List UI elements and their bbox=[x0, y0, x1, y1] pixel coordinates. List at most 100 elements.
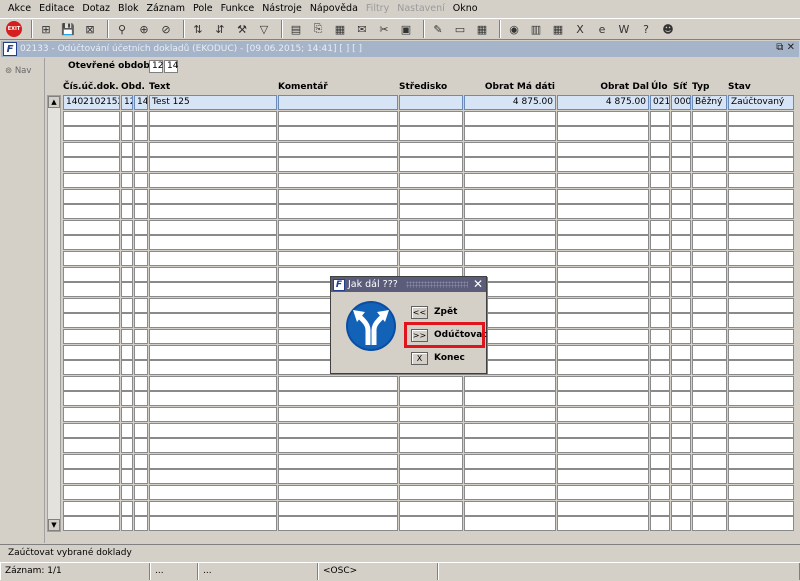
query-icon[interactable]: ⚲ bbox=[113, 20, 131, 38]
grid-cell[interactable] bbox=[557, 453, 649, 469]
grid-cell[interactable] bbox=[671, 266, 691, 282]
grid-cell[interactable]: Test 125 bbox=[149, 95, 277, 110]
grid-cell[interactable] bbox=[278, 235, 398, 251]
grid-cell[interactable] bbox=[399, 500, 463, 516]
grid-cell[interactable] bbox=[671, 422, 691, 438]
calc-icon[interactable]: ▦ bbox=[473, 20, 491, 38]
grid-cell[interactable] bbox=[692, 235, 727, 251]
grid-cell[interactable] bbox=[149, 157, 277, 173]
grid-cell[interactable] bbox=[149, 500, 277, 516]
grid-cell[interactable] bbox=[149, 391, 277, 407]
grid-cell[interactable] bbox=[728, 204, 794, 220]
notes-icon[interactable]: ▤ bbox=[287, 20, 305, 38]
grid-cell[interactable] bbox=[557, 422, 649, 438]
grid-cell[interactable] bbox=[728, 313, 794, 329]
grid-cell[interactable] bbox=[650, 204, 670, 220]
grid-cell[interactable] bbox=[671, 188, 691, 204]
grid-cell[interactable] bbox=[399, 110, 463, 126]
table-row[interactable] bbox=[63, 375, 794, 391]
grid-cell[interactable] bbox=[121, 204, 133, 220]
grid-cell[interactable] bbox=[399, 407, 463, 422]
grid-cell[interactable] bbox=[63, 126, 120, 142]
record-nav-icon[interactable]: ◉ bbox=[505, 20, 523, 38]
grid-cell[interactable] bbox=[464, 422, 556, 438]
window-controls[interactable]: ⧉ ✕ bbox=[776, 42, 795, 53]
grid-cell[interactable] bbox=[464, 157, 556, 173]
exit-button[interactable]: X bbox=[411, 352, 428, 365]
grid-cell[interactable] bbox=[728, 469, 794, 485]
grid-cell[interactable] bbox=[728, 219, 794, 235]
grid-cell[interactable] bbox=[63, 188, 120, 204]
grid-cell[interactable] bbox=[650, 500, 670, 516]
grid-cell[interactable] bbox=[557, 375, 649, 391]
grid-cell[interactable] bbox=[650, 251, 670, 266]
grid-cell[interactable] bbox=[671, 219, 691, 235]
grid-cell[interactable] bbox=[63, 157, 120, 173]
grid-cell[interactable] bbox=[557, 313, 649, 329]
grid-cell[interactable] bbox=[278, 438, 398, 454]
grid-cell[interactable] bbox=[671, 391, 691, 407]
grid-cell[interactable] bbox=[650, 391, 670, 407]
grid-cell[interactable] bbox=[464, 407, 556, 422]
grid-cell[interactable] bbox=[134, 110, 148, 126]
grid-cell[interactable] bbox=[149, 313, 277, 329]
table-row[interactable] bbox=[63, 485, 794, 500]
grid-cell[interactable] bbox=[464, 173, 556, 188]
grid-cell[interactable] bbox=[278, 204, 398, 220]
grid-cell[interactable] bbox=[121, 157, 133, 173]
menu-item[interactable]: Blok bbox=[114, 0, 142, 18]
grid-cell[interactable]: Běžný bbox=[692, 95, 727, 110]
grid-cell[interactable] bbox=[149, 485, 277, 500]
grid-cell[interactable] bbox=[399, 469, 463, 485]
grid-cell[interactable] bbox=[650, 438, 670, 454]
back-button[interactable]: << bbox=[411, 306, 428, 319]
grid-cell[interactable] bbox=[121, 235, 133, 251]
grid-cell[interactable] bbox=[121, 297, 133, 313]
column-header[interactable]: Typ bbox=[692, 82, 709, 92]
grid-cell[interactable] bbox=[121, 500, 133, 516]
grid-cell[interactable] bbox=[149, 173, 277, 188]
grid-cell[interactable] bbox=[134, 235, 148, 251]
scroll-up-icon[interactable]: ▲ bbox=[48, 96, 60, 108]
grid-cell[interactable] bbox=[399, 391, 463, 407]
grid-cell[interactable] bbox=[728, 235, 794, 251]
grid-cell[interactable] bbox=[464, 126, 556, 142]
grid-cell[interactable] bbox=[650, 282, 670, 298]
grid-cell[interactable] bbox=[728, 282, 794, 298]
grid-cell[interactable] bbox=[63, 219, 120, 235]
grid-cell[interactable]: 14 bbox=[134, 95, 148, 110]
grid-cell[interactable] bbox=[399, 438, 463, 454]
grid-cell[interactable] bbox=[149, 453, 277, 469]
grid-cell[interactable] bbox=[728, 266, 794, 282]
column-header[interactable]: Komentář bbox=[278, 82, 328, 92]
grid-cell[interactable] bbox=[121, 360, 133, 376]
grid-cell[interactable] bbox=[149, 204, 277, 220]
grid-cell[interactable] bbox=[134, 204, 148, 220]
grid-cell[interactable] bbox=[671, 375, 691, 391]
grid-cell[interactable] bbox=[650, 485, 670, 500]
grid-cell[interactable] bbox=[278, 188, 398, 204]
grid-cell[interactable] bbox=[692, 173, 727, 188]
grid-cell[interactable] bbox=[728, 110, 794, 126]
grid-cell[interactable] bbox=[692, 157, 727, 173]
menu-item[interactable]: Dotaz bbox=[78, 0, 114, 18]
grid-cell[interactable] bbox=[134, 516, 148, 532]
grid-cell[interactable] bbox=[464, 188, 556, 204]
calendar-icon[interactable]: ▦ bbox=[549, 20, 567, 38]
grid-cell[interactable] bbox=[134, 157, 148, 173]
grid-cell[interactable] bbox=[728, 375, 794, 391]
grid-cell[interactable] bbox=[692, 204, 727, 220]
grid-cell[interactable] bbox=[399, 95, 463, 110]
column-header[interactable]: Obd. bbox=[121, 82, 145, 92]
grid-cell[interactable] bbox=[671, 110, 691, 126]
ie-icon[interactable]: e bbox=[593, 20, 611, 38]
grid-cell[interactable] bbox=[278, 375, 398, 391]
grid-cell[interactable] bbox=[121, 375, 133, 391]
grid-cell[interactable] bbox=[692, 469, 727, 485]
menu-item[interactable]: Editace bbox=[35, 0, 78, 18]
grid-cell[interactable] bbox=[557, 204, 649, 220]
grid-cell[interactable] bbox=[134, 329, 148, 344]
grid-cell[interactable] bbox=[134, 375, 148, 391]
grid-cell[interactable] bbox=[278, 110, 398, 126]
grid-cell[interactable] bbox=[149, 407, 277, 422]
